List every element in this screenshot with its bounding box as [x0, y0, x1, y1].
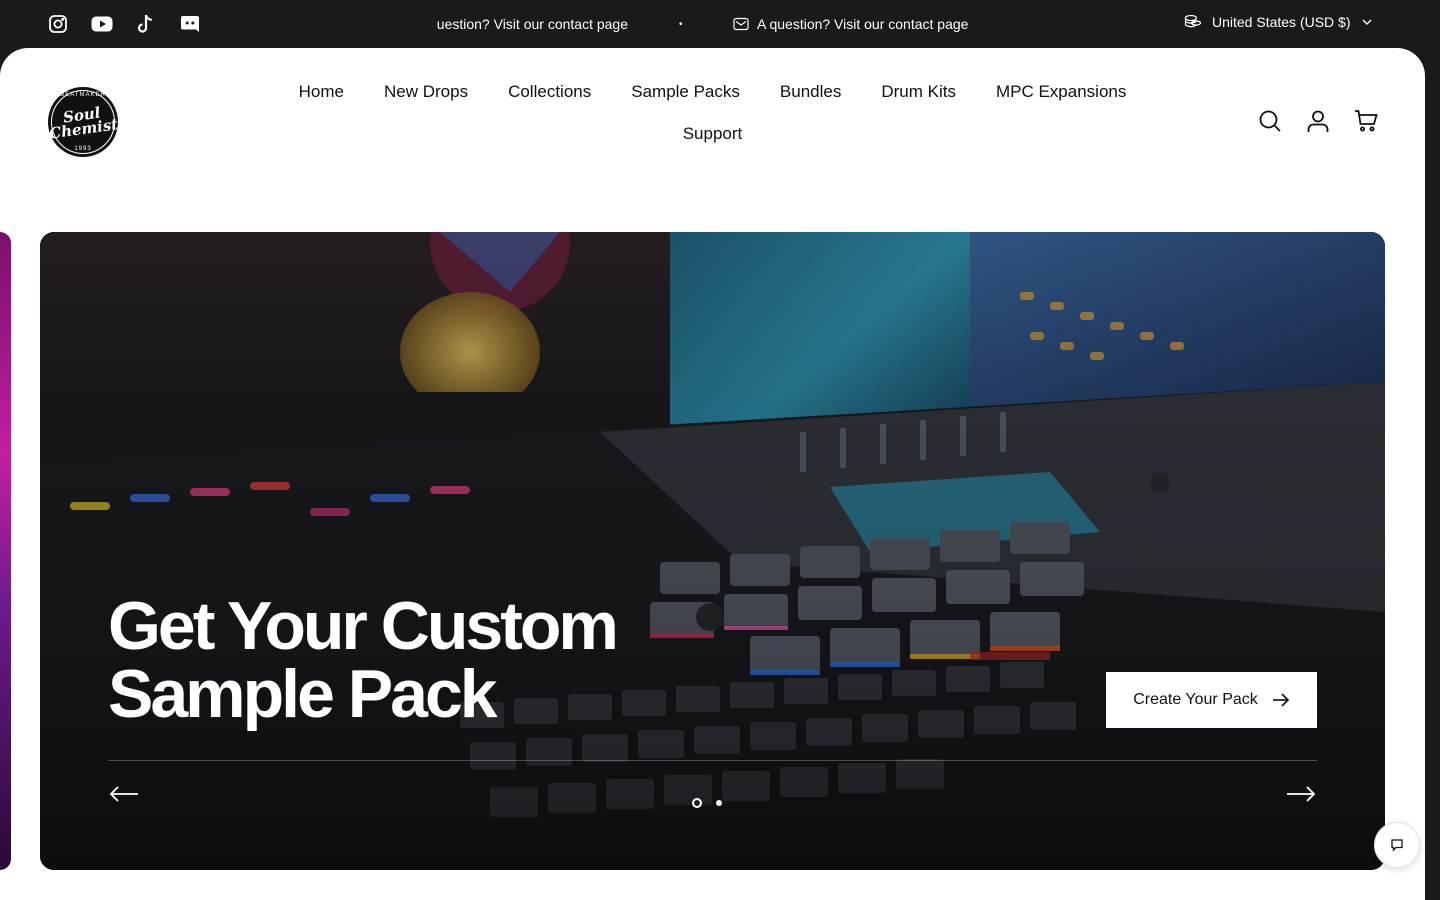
nav-item-mpc-expansions[interactable]: MPC Expansions [996, 80, 1126, 103]
announcement-message[interactable]: question? Visit our contact page [437, 16, 628, 32]
logo-top-text: BEATMAKER [60, 92, 106, 98]
search-icon[interactable] [1258, 109, 1282, 133]
tiktok-icon[interactable] [135, 13, 157, 35]
hero-headline: Get Your Custom Sample Pack [108, 592, 619, 728]
discord-icon[interactable] [179, 13, 201, 35]
cta-label: Create Your Pack [1133, 691, 1258, 708]
chat-widget-button[interactable] [1374, 822, 1420, 868]
hero-slide: Get Your Custom Sample Pack Create Your … [40, 232, 1385, 870]
cart-icon[interactable] [1354, 109, 1378, 133]
account-icon[interactable] [1306, 109, 1330, 133]
nav-item-collections[interactable]: Collections [508, 80, 591, 103]
header-actions [1258, 109, 1378, 133]
chat-icon [1391, 839, 1403, 852]
arrow-left-icon [109, 786, 138, 802]
instagram-icon[interactable] [47, 13, 69, 35]
hero-headline-line1: Get Your Custom [108, 588, 619, 664]
nav-item-support[interactable]: Support [683, 122, 743, 145]
youtube-icon[interactable] [91, 13, 113, 35]
create-your-pack-button[interactable]: Create Your Pack [1106, 672, 1317, 728]
slide-pagination [692, 798, 722, 808]
nav-item-new-drops[interactable]: New Drops [384, 80, 468, 103]
announcement-separator: • [679, 18, 683, 30]
arrow-right-icon [1272, 693, 1289, 707]
arrow-right-icon [1287, 786, 1316, 802]
announcement-marquee: question? Visit our contact page • A que… [437, 0, 997, 48]
announcement-message[interactable]: A question? Visit our contact page [733, 16, 968, 32]
hero-image-overlay [40, 232, 1385, 870]
currency-label: United States (USD $) [1212, 14, 1351, 30]
mail-icon [733, 17, 749, 31]
slide-dot-2[interactable] [716, 800, 722, 806]
next-slide-button[interactable] [1285, 782, 1317, 806]
chevron-down-icon [1362, 19, 1371, 25]
nav-item-sample-packs[interactable]: Sample Packs [631, 80, 740, 103]
coins-icon [1184, 14, 1202, 28]
social-links [47, 13, 201, 35]
previous-slide-button[interactable] [108, 782, 140, 806]
site-logo[interactable]: BEATMAKER Soul Chemist 1993 [48, 87, 120, 157]
slide-dot-1[interactable] [692, 798, 702, 808]
previous-slide-peek[interactable] [0, 232, 11, 870]
main-navigation: Home New Drops Collections Sample Packs … [270, 80, 1155, 145]
hero-headline-line2: Sample Pack [108, 656, 498, 732]
slide-divider [108, 760, 1317, 761]
main-panel: BEATMAKER Soul Chemist 1993 Home New Dro… [0, 48, 1425, 900]
announcement-text-clipped: question? Visit our contact page [437, 16, 628, 32]
logo-year: 1993 [74, 146, 92, 152]
announcement-text: A question? Visit our contact page [757, 16, 969, 32]
nav-item-bundles[interactable]: Bundles [780, 80, 841, 103]
nav-item-home[interactable]: Home [299, 80, 344, 103]
announcement-bar: question? Visit our contact page • A que… [0, 0, 1440, 48]
nav-item-drum-kits[interactable]: Drum Kits [881, 80, 956, 103]
currency-selector[interactable]: United States (USD $) [1184, 14, 1373, 30]
